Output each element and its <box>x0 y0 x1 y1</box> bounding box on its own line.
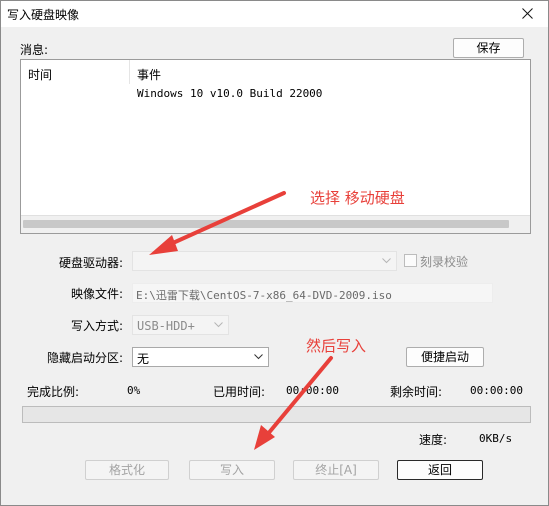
chevron-down-icon <box>382 258 391 264</box>
hidden-partition-select[interactable]: 无 <box>132 347 269 367</box>
completion-label: 完成比例: <box>27 385 80 399</box>
annotation-select-drive: 选择 移动硬盘 <box>310 189 405 207</box>
completion-value: 0% <box>127 384 141 397</box>
arrow-to-write-icon <box>254 356 333 450</box>
hidden-partition-label: 隐藏启动分区: <box>47 351 124 365</box>
close-icon <box>522 8 533 19</box>
window-title: 写入硬盘映像 <box>7 8 80 22</box>
column-header-event[interactable]: 事件 <box>137 66 161 83</box>
list-row[interactable]: Windows 10 v10.0 Build 22000 <box>21 84 530 102</box>
write-button[interactable]: 写入 <box>189 460 275 480</box>
image-file-path: E:\迅雷下载\CentOS-7-x86_64-DVD-2009.iso <box>136 289 392 302</box>
drive-label: 硬盘驱动器: <box>59 256 124 270</box>
quick-boot-button[interactable]: 便捷启动 <box>406 347 484 367</box>
chevron-down-icon <box>254 354 263 360</box>
message-list[interactable]: 时间 事件 Windows 10 v10.0 Build 22000 <box>20 59 531 234</box>
remaining-value: 00:00:00 <box>470 384 523 397</box>
write-disk-image-dialog: 写入硬盘映像 消息: 保存 时间 事件 Windows 10 v10.0 Bui… <box>0 0 549 506</box>
image-file-field[interactable]: E:\迅雷下载\CentOS-7-x86_64-DVD-2009.iso <box>132 283 493 303</box>
write-method-select[interactable]: USB-HDD+ <box>132 315 229 335</box>
speed-value: 0KB/s <box>479 432 513 445</box>
messages-label: 消息: <box>20 43 49 57</box>
column-header-time[interactable]: 时间 <box>28 66 52 83</box>
row-event: Windows 10 v10.0 Build 22000 <box>137 87 323 100</box>
close-button[interactable] <box>514 1 542 27</box>
format-button[interactable]: 格式化 <box>85 460 169 480</box>
chevron-down-icon <box>214 322 223 328</box>
speed-label: 速度: <box>419 433 448 447</box>
progress-bar <box>22 406 531 423</box>
remaining-label: 剩余时间: <box>390 385 443 399</box>
write-method-label: 写入方式: <box>71 319 124 333</box>
elapsed-value: 00:00:00 <box>286 384 339 397</box>
verify-checkbox[interactable] <box>404 254 417 267</box>
scrollbar-thumb[interactable] <box>23 220 509 228</box>
verify-label: 刻录校验 <box>420 255 469 269</box>
abort-button[interactable]: 终止[A] <box>293 460 379 480</box>
image-file-label: 映像文件: <box>71 287 124 301</box>
column-divider <box>129 60 130 84</box>
title-bar: 写入硬盘映像 <box>1 1 548 27</box>
drive-select[interactable] <box>132 251 397 271</box>
horizontal-scrollbar[interactable] <box>21 215 530 233</box>
elapsed-label: 已用时间: <box>213 385 266 399</box>
annotation-then-write: 然后写入 <box>306 337 367 355</box>
list-header: 时间 事件 <box>21 60 530 84</box>
save-button[interactable]: 保存 <box>453 38 524 58</box>
return-button[interactable]: 返回 <box>397 460 483 480</box>
